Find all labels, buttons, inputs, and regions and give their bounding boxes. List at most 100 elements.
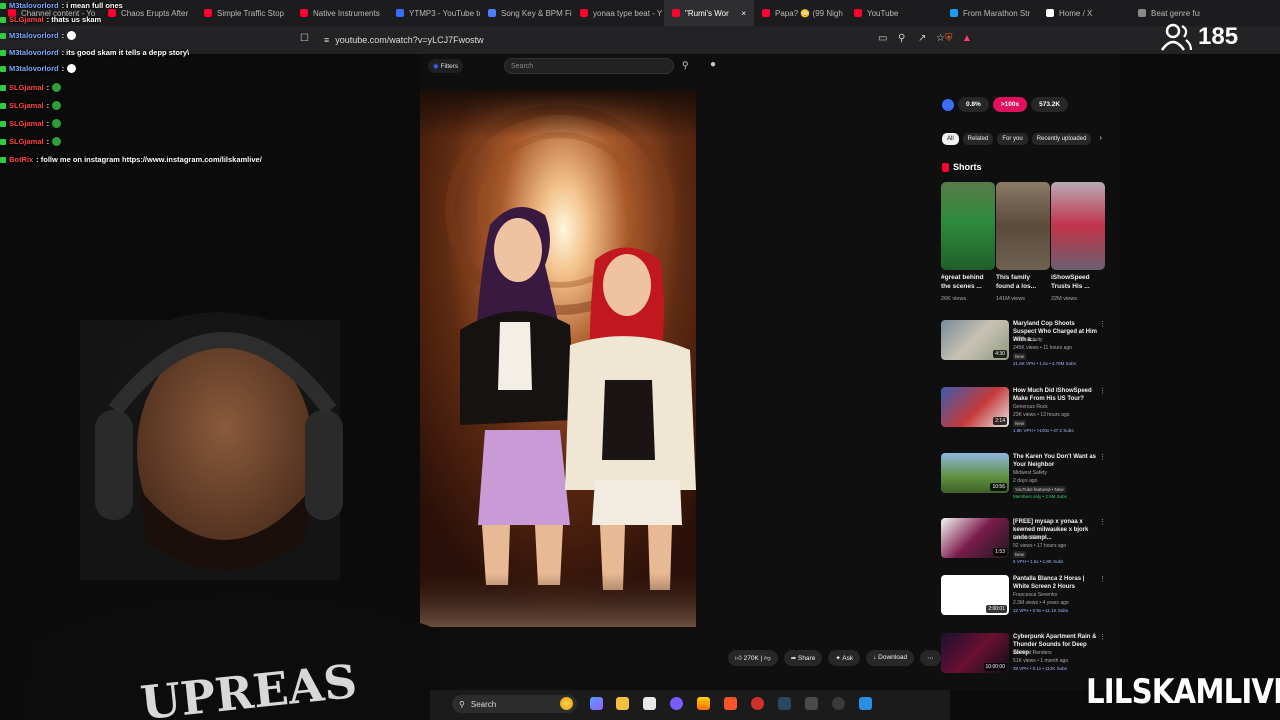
brave-icon[interactable]	[724, 697, 737, 710]
steam-icon[interactable]	[778, 697, 791, 710]
mic-icon[interactable]: ●	[710, 59, 716, 70]
cast-icon[interactable]: ▭	[878, 33, 887, 44]
related-video[interactable]: 4:30 Maryland Cop Shoots Suspect Who Cha…	[941, 320, 1106, 376]
brave-shield-icon[interactable]: ⛨	[945, 33, 953, 44]
short-title[interactable]: iShowSpeed Trusts His ...	[1051, 274, 1103, 291]
chip-recently-uploaded[interactable]: Recently uploaded	[1031, 133, 1092, 145]
url-field[interactable]: ≡ youtube.com/watch?v=yLCJ7Fwostw	[324, 31, 884, 49]
chat-username: M3talovorlord	[9, 48, 59, 57]
app-icon[interactable]	[805, 697, 818, 710]
chat-message: BotRix: follw me on instagram https://ww…	[0, 155, 262, 164]
short-thumbnail[interactable]	[1051, 182, 1105, 270]
related-video[interactable]: 2:00:01 Pantalla Blanca 2 Horas | White …	[941, 575, 1106, 631]
share-icon[interactable]: ↗	[918, 33, 926, 44]
taskbar-search[interactable]: ⚲ Search	[452, 695, 577, 713]
browser-tab[interactable]: Song Key & BPM Fi	[480, 0, 572, 26]
store-icon[interactable]	[643, 697, 656, 710]
more-vert-icon[interactable]: ⋮	[1099, 387, 1106, 395]
more-vert-icon[interactable]: ⋮	[1099, 518, 1106, 526]
chat-text: : i mean full ones	[61, 1, 123, 10]
browser-tab[interactable]: Home / X	[1038, 0, 1130, 26]
bookmark-star-icon[interactable]: ☆	[936, 33, 945, 44]
share-label: Share	[797, 655, 816, 662]
bookmark-icon[interactable]: ☐	[300, 33, 309, 44]
tab-favicon-icon	[950, 9, 958, 17]
browser-tab[interactable]: From Marathon Str	[942, 0, 1038, 26]
thumb-down-icon[interactable]: 👎︎	[764, 655, 771, 662]
video-thumbnail[interactable]: 4:30	[941, 320, 1009, 360]
video-title[interactable]: Pantalla Blanca 2 Horas | White Screen 2…	[1013, 575, 1099, 591]
vidiq-icon	[942, 98, 954, 111]
short-thumbnail[interactable]	[996, 182, 1050, 270]
short-thumbnail[interactable]	[941, 182, 995, 270]
search-input[interactable]: Search	[504, 58, 674, 74]
obs-icon[interactable]	[751, 697, 764, 710]
browser-tab[interactable]: "Rumi's Wor ×	[664, 0, 754, 26]
channel-name[interactable]: Generous Rock	[1013, 404, 1048, 410]
share-button[interactable]: ➦ Share	[783, 650, 823, 666]
browser-tab[interactable]: Native Instruments	[292, 0, 388, 26]
browser-tab[interactable]: Simple Traffic Stop	[196, 0, 292, 26]
related-video[interactable]: 1:53 [FREE] mysap x yonaa x kewned milwa…	[941, 518, 1106, 574]
chat-badge-icon	[0, 32, 6, 39]
more-vert-icon[interactable]: ⋮	[1099, 575, 1106, 583]
channel-name[interactable]: Ambient Renders	[1013, 650, 1052, 656]
site-info-icon[interactable]: ≡	[324, 35, 329, 45]
chip-all[interactable]: All	[942, 133, 959, 145]
video-title[interactable]: How Much Did IShowSpeed Make From His US…	[1013, 387, 1099, 403]
video-thumbnail[interactable]: 1:53	[941, 518, 1009, 558]
video-player[interactable]	[420, 90, 696, 627]
browser-tab[interactable]: YTMP3 - YouTube to	[388, 0, 480, 26]
chat-badge-icon	[0, 2, 6, 9]
more-button[interactable]: ⋯	[920, 650, 941, 666]
chat-emote-icon	[52, 83, 62, 92]
more-vert-icon[interactable]: ⋮	[1099, 633, 1106, 641]
like-button[interactable]: 👍︎ 270K | 👎︎	[728, 650, 778, 666]
video-thumbnail[interactable]: 2:00:01	[941, 575, 1009, 615]
short-title[interactable]: #great behind the scenes ...	[941, 274, 993, 291]
app-icon[interactable]	[859, 697, 872, 710]
video-thumbnail[interactable]: 10:00:00	[941, 633, 1009, 673]
more-vert-icon[interactable]: ⋮	[1099, 453, 1106, 461]
browser-tab[interactable]: Papa? 😳 (99 Nigh	[754, 0, 846, 26]
channel-name[interactable]: Midwest Safety	[1013, 470, 1047, 476]
close-tab-icon[interactable]: ×	[741, 9, 746, 18]
video-title[interactable]: The Karen You Don't Want as Your Neighbo…	[1013, 453, 1099, 469]
channel-name[interactable]: Prod.Lil Skam	[1013, 535, 1044, 541]
short-title[interactable]: This family found a los...	[996, 274, 1048, 291]
browser-tab[interactable]: YouTube	[846, 0, 942, 26]
filters-button[interactable]: ◉ Filters	[428, 59, 464, 73]
video-thumbnail[interactable]: 10:56	[941, 453, 1009, 493]
related-video[interactable]: 10:56 The Karen You Don't Want as Your N…	[941, 453, 1106, 509]
chat-message: M3talovorlord:	[0, 64, 77, 73]
chat-emote-icon	[52, 119, 62, 128]
video-meta: 2.3M views • 4 years ago	[1013, 600, 1069, 606]
zoom-icon[interactable]: ⚲	[898, 33, 905, 44]
chevron-right-icon[interactable]: ›	[1099, 133, 1102, 145]
chip-for-you[interactable]: For you	[997, 133, 1028, 145]
file-explorer-icon[interactable]	[616, 697, 629, 710]
rewards-icon[interactable]: ▲	[962, 33, 972, 44]
ask-button[interactable]: ✦ Ask	[828, 650, 861, 666]
search-icon[interactable]: ⚲	[682, 60, 689, 71]
chat-badge-icon	[0, 84, 6, 91]
tab-favicon-icon	[204, 9, 212, 17]
browser-tab[interactable]: yonaa type beat - Y	[572, 0, 664, 26]
chip-related[interactable]: Related	[962, 133, 994, 145]
app-icon[interactable]	[697, 697, 710, 710]
related-video[interactable]: 2:14 How Much Did IShowSpeed Make From H…	[941, 387, 1106, 443]
chat-badge-icon	[0, 120, 6, 127]
more-vert-icon[interactable]: ⋮	[1099, 320, 1106, 328]
copilot-icon[interactable]	[590, 697, 603, 710]
related-video[interactable]: 10:00:00 Cyberpunk Apartment Rain & Thun…	[941, 633, 1106, 689]
vidiq-metrics: Members only • 2.9M Subs	[1013, 494, 1067, 499]
download-button[interactable]: ↓ Download	[866, 650, 915, 666]
video-thumbnail[interactable]: 2:14	[941, 387, 1009, 427]
discord-icon[interactable]	[670, 697, 683, 710]
share-arrow-icon: ➦	[790, 655, 797, 662]
app-icon[interactable]	[832, 697, 845, 710]
channel-name[interactable]: Francesca Seventor	[1013, 592, 1058, 598]
weather-icon[interactable]	[560, 697, 573, 710]
channel-brand: LILSKAMLIVE	[1086, 672, 1280, 712]
channel-name[interactable]: PoliceActivity	[1013, 337, 1042, 343]
